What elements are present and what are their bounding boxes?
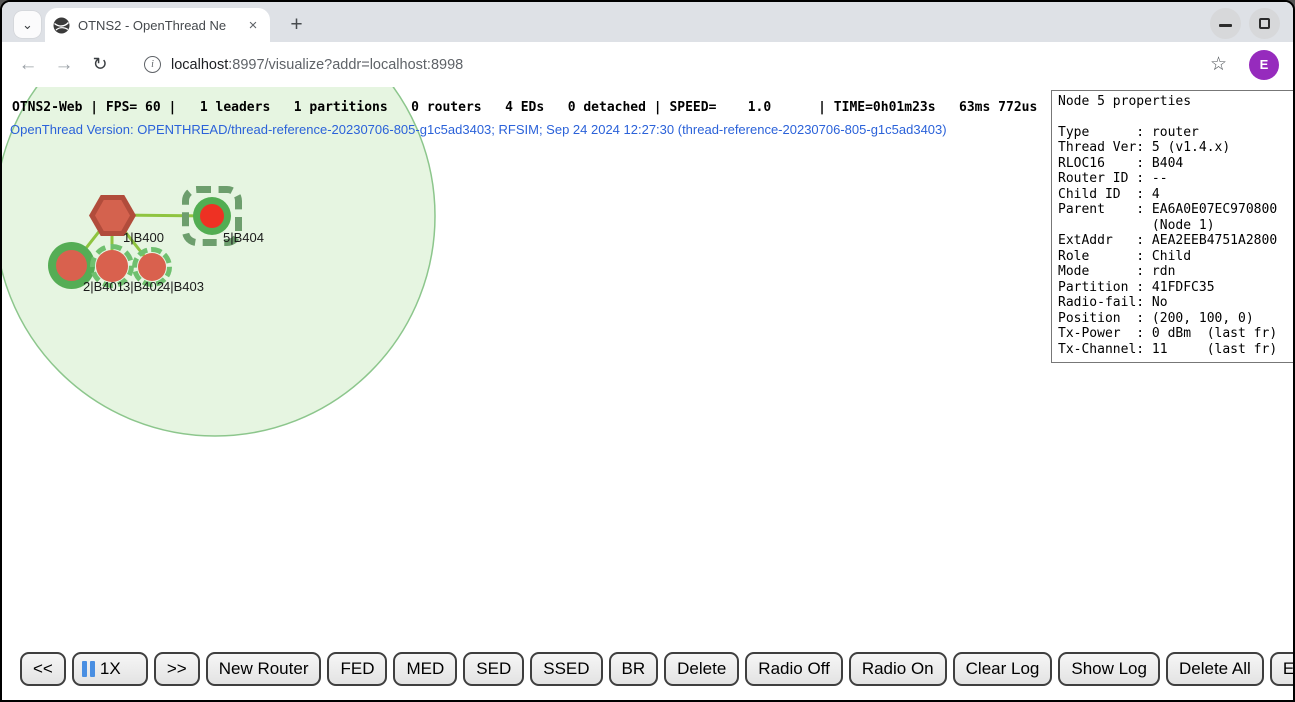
chevron-down-icon: ⌄ (22, 17, 33, 33)
new-router-button[interactable]: New Router (206, 652, 322, 686)
ssed-button[interactable]: SSED (530, 652, 602, 686)
node-3-label: 3|B402 (123, 279, 164, 294)
node-properties-panel: Node 5 properties Type : router Thread V… (1051, 90, 1293, 363)
rewind-button[interactable]: << (20, 652, 66, 686)
delete-all-button[interactable]: Delete All (1166, 652, 1264, 686)
navigation-bar: ← → ↻ i localhost:8997/visualize?addr=lo… (2, 42, 1293, 88)
node-1-label: 1|B400 (123, 230, 164, 245)
tab-strip: ⌄ OTNS2 - OpenThread Ne × + (2, 2, 1293, 42)
clear-log-button[interactable]: Clear Log (953, 652, 1053, 686)
energy-stats-button[interactable]: Energy-stats ↗ (1270, 652, 1293, 686)
node-5-circle[interactable] (200, 204, 224, 228)
speed-pause-button[interactable]: 1X (72, 652, 148, 686)
maximize-button[interactable] (1249, 8, 1280, 39)
radio-off-button[interactable]: Radio Off (745, 652, 843, 686)
favicon-globe-icon (53, 17, 70, 34)
node-5-label: 5|B404 (223, 230, 264, 245)
bookmark-star-icon[interactable]: ☆ (1210, 53, 1227, 76)
plus-icon: + (290, 13, 302, 37)
node-4-circle[interactable] (138, 253, 166, 281)
simulation-canvas: OTNS2-Web | FPS= 60 | 1 leaders 1 partit… (2, 87, 1293, 700)
tab-title: OTNS2 - OpenThread Ne (78, 18, 244, 33)
panel-title: Node 5 properties (1058, 94, 1288, 110)
new-tab-button[interactable]: + (283, 11, 310, 38)
med-button[interactable]: MED (393, 652, 457, 686)
url-host: localhost (171, 57, 228, 73)
tab-close-icon[interactable]: × (244, 16, 262, 34)
maximize-icon (1259, 18, 1270, 29)
url-path: :8997/visualize?addr=localhost:8998 (228, 57, 463, 73)
node-2-label: 2|B401 (83, 279, 124, 294)
speed-label: 1X (100, 659, 121, 679)
address-bar[interactable]: localhost:8997/visualize?addr=localhost:… (171, 57, 463, 73)
show-log-button[interactable]: Show Log (1058, 652, 1160, 686)
profile-avatar[interactable]: E (1249, 50, 1279, 80)
node-1-hexagon-fill (95, 200, 130, 231)
pause-icon (82, 661, 95, 677)
tab-otns2[interactable]: OTNS2 - OpenThread Ne × (45, 8, 270, 42)
radio-on-button[interactable]: Radio On (849, 652, 947, 686)
fed-button[interactable]: FED (327, 652, 387, 686)
node-4-label: 4|B403 (163, 279, 204, 294)
minimize-icon (1219, 24, 1232, 27)
fast-forward-button[interactable]: >> (154, 652, 200, 686)
panel-body: Type : router Thread Ver: 5 (v1.4.x) RLO… (1058, 125, 1288, 358)
bottom-toolbar: << 1X >> New Router FED MED SED SSED BR … (20, 652, 1293, 686)
sed-button[interactable]: SED (463, 652, 524, 686)
node-3-circle[interactable] (96, 250, 128, 282)
tab-search-button[interactable]: ⌄ (14, 11, 41, 38)
forward-icon[interactable]: → (46, 54, 82, 76)
delete-button[interactable]: Delete (664, 652, 739, 686)
site-info-icon[interactable]: i (144, 56, 161, 73)
browser-window: ⌄ OTNS2 - OpenThread Ne × + ← → ↻ i loca… (0, 0, 1295, 702)
node-2-circle[interactable] (56, 250, 87, 281)
br-button[interactable]: BR (609, 652, 659, 686)
minimize-button[interactable] (1210, 8, 1241, 39)
back-icon[interactable]: ← (10, 54, 46, 76)
reload-icon[interactable]: ↻ (82, 54, 118, 75)
